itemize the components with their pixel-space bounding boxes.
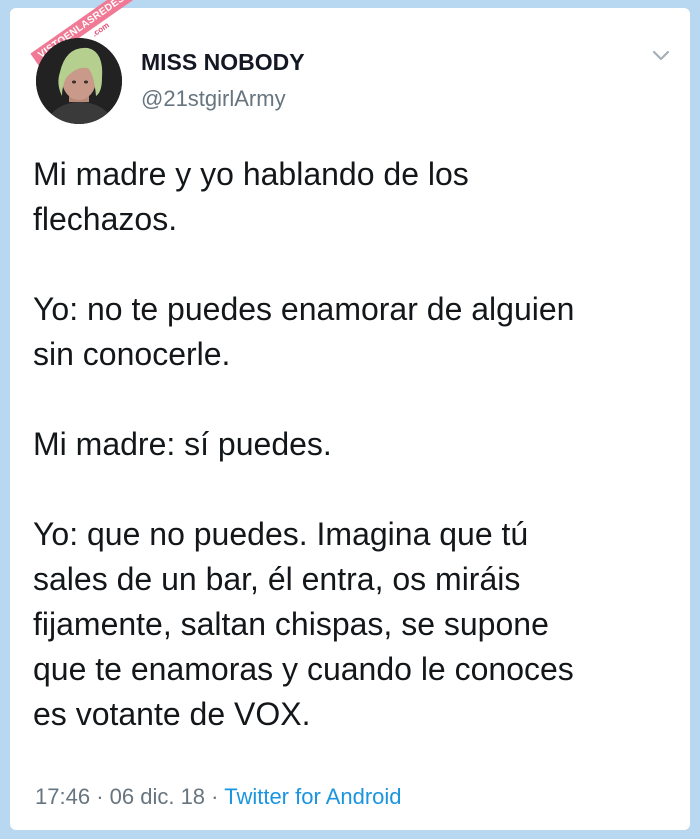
tweet-text: Mi madre y yo hablando de los flechazos.… [33, 156, 575, 732]
username[interactable]: @21stgirlArmy [141, 86, 286, 112]
tweet-date[interactable]: 06 dic. 18 [110, 784, 205, 809]
tweet-source-link[interactable]: Twitter for Android [224, 784, 401, 809]
tweet-time[interactable]: 17:46 [35, 784, 90, 809]
chevron-down-icon[interactable] [650, 44, 672, 66]
separator: · [211, 784, 219, 809]
tweet-metadata: 17:46 · 06 dic. 18 · Twitter for Android [35, 784, 402, 810]
avatar[interactable] [36, 38, 122, 124]
display-name[interactable]: MISS NOBODY [141, 49, 305, 76]
separator: · [96, 784, 104, 809]
tweet-card: VISTOENLASREDES .com MISS NOBODY @21stgi… [10, 0, 690, 830]
profile-photo-icon [36, 38, 122, 124]
